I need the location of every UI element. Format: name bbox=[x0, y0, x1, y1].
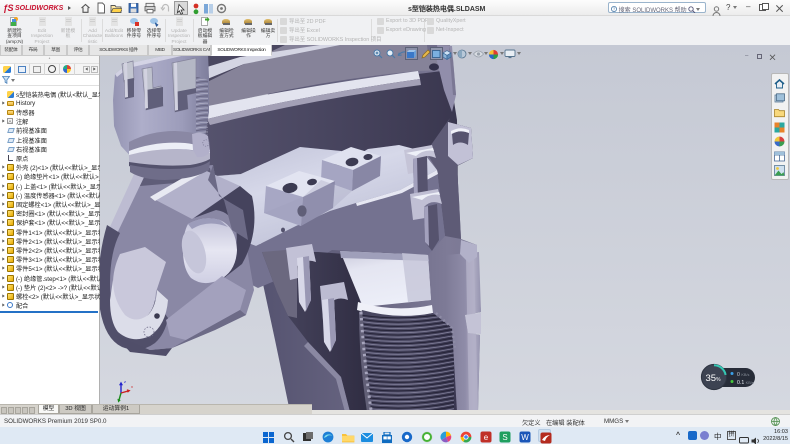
svg-text:e: e bbox=[483, 433, 488, 442]
svg-text:x: x bbox=[131, 384, 133, 389]
svg-text:z: z bbox=[124, 379, 126, 384]
svg-text:S: S bbox=[502, 433, 507, 442]
svg-text:W: W bbox=[521, 433, 529, 442]
